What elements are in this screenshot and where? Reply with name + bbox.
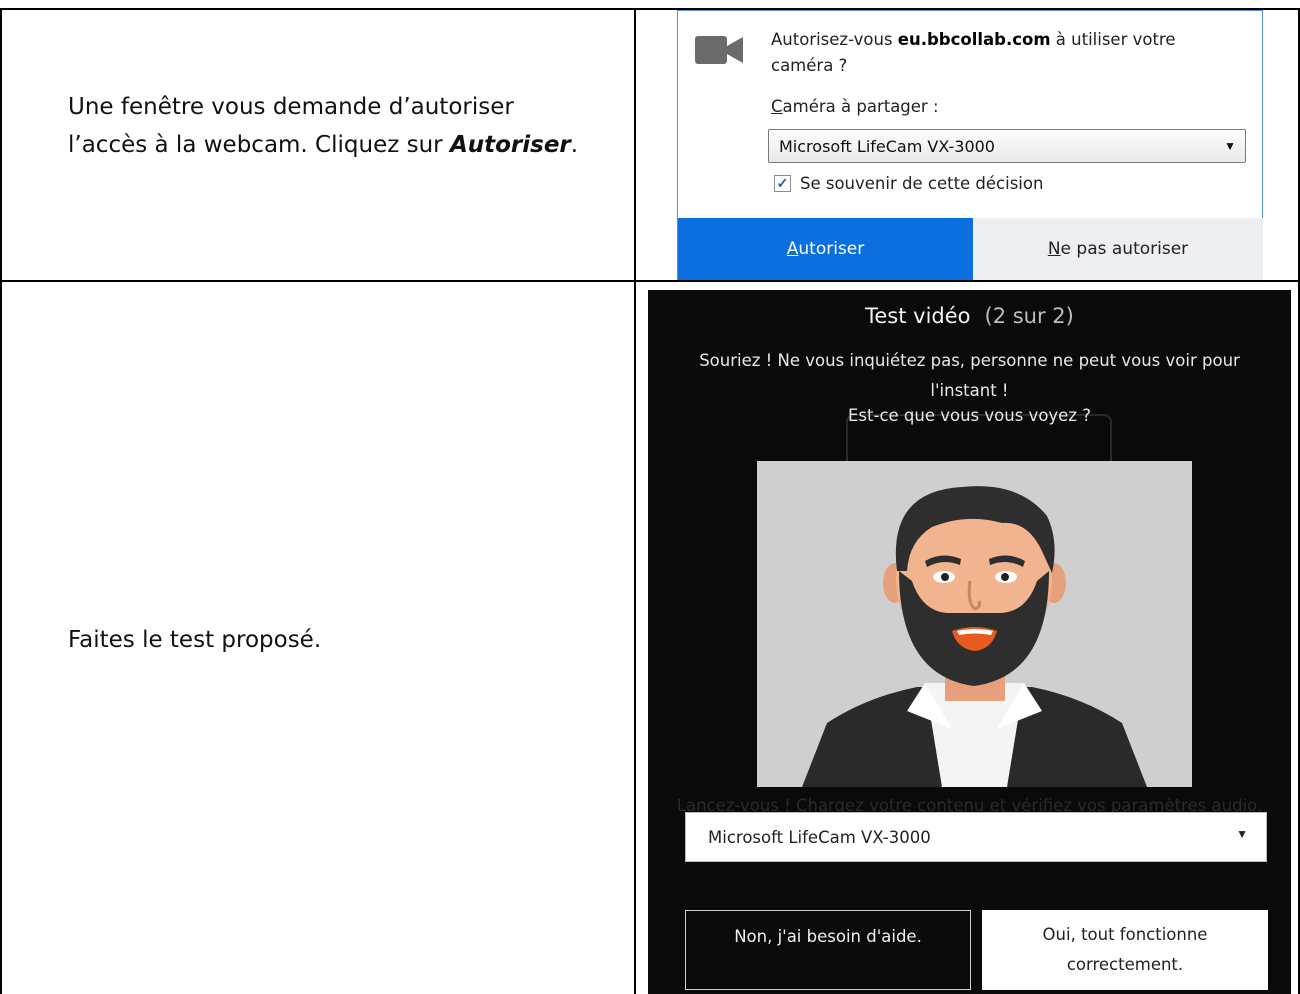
camera-label-accesskey: C bbox=[771, 97, 783, 116]
avatar-illustration bbox=[757, 461, 1192, 787]
allow-accesskey: A bbox=[786, 239, 799, 259]
video-test-step: (2 sur 2) bbox=[984, 304, 1074, 328]
prompt-domain: eu.bbcollab.com bbox=[897, 30, 1051, 49]
table-border-row bbox=[0, 280, 1300, 282]
table-border-left bbox=[0, 8, 2, 994]
video-test-title-text: Test vidéo bbox=[865, 304, 971, 328]
webcam-select-value: Microsoft LifeCam VX-3000 bbox=[708, 828, 931, 847]
need-help-button[interactable]: Non, j'ai besoin d'aide. bbox=[685, 910, 971, 990]
instruction-line-2: l’accès à la webcam. Cliquez sur bbox=[68, 132, 450, 158]
instruction-period: . bbox=[570, 132, 579, 158]
instruction-text-1: Une fenêtre vous demande d’autoriser l’a… bbox=[68, 88, 578, 164]
video-test-message: Souriez ! Ne vous inquiétez pas, personn… bbox=[699, 351, 1240, 400]
instruction-emphasis: Autoriser bbox=[449, 132, 571, 158]
deny-label: e pas autoriser bbox=[1060, 239, 1189, 259]
video-test-question: Est-ce que vous vous voyez ? bbox=[848, 406, 1091, 425]
checkmark-icon: ✓ bbox=[776, 175, 789, 191]
camera-permission-dialog: Autorisez-vous eu.bbcollab.com à utilise… bbox=[677, 10, 1263, 280]
webcam-preview bbox=[757, 461, 1192, 787]
video-test-title: Test vidéo (2 sur 2) bbox=[648, 304, 1291, 328]
prompt-prefix: Autorisez-vous bbox=[771, 30, 898, 49]
camera-select-value: Microsoft LifeCam VX-3000 bbox=[779, 137, 995, 156]
instruction-text-2: Faites le test proposé. bbox=[68, 627, 322, 653]
instruction-line-1: Une fenêtre vous demande d’autoriser bbox=[68, 94, 514, 120]
video-test-panel: Test vidéo (2 sur 2) Souriez ! Ne vous in… bbox=[648, 290, 1291, 994]
works-correctly-button[interactable]: Oui, tout fonctionne correctement. bbox=[982, 910, 1268, 990]
remember-label: Se souvenir de cette décision bbox=[800, 174, 1044, 193]
webcam-select[interactable]: Microsoft LifeCam VX-3000 ▼ bbox=[685, 812, 1267, 862]
deny-button[interactable]: Ne pas autoriser bbox=[973, 218, 1263, 280]
remember-checkbox[interactable]: ✓ bbox=[774, 175, 791, 192]
deny-accesskey: N bbox=[1047, 239, 1061, 259]
allow-label: utoriser bbox=[798, 239, 865, 259]
instruction-table: Une fenêtre vous demande d’autoriser l’a… bbox=[0, 0, 1300, 994]
camera-label-rest: améra à partager : bbox=[782, 97, 939, 116]
camera-share-label: Caméra à partager : bbox=[771, 97, 939, 116]
video-camera-icon bbox=[695, 36, 743, 64]
camera-select[interactable]: Microsoft LifeCam VX-3000 ▼ bbox=[768, 129, 1246, 163]
dropdown-arrow-icon: ▼ bbox=[1224, 139, 1236, 153]
permission-prompt: Autorisez-vous eu.bbcollab.com à utilise… bbox=[771, 27, 1231, 79]
dropdown-arrow-icon: ▼ bbox=[1236, 827, 1248, 841]
allow-button[interactable]: Autoriser bbox=[678, 218, 973, 280]
table-border-middle bbox=[634, 8, 636, 994]
